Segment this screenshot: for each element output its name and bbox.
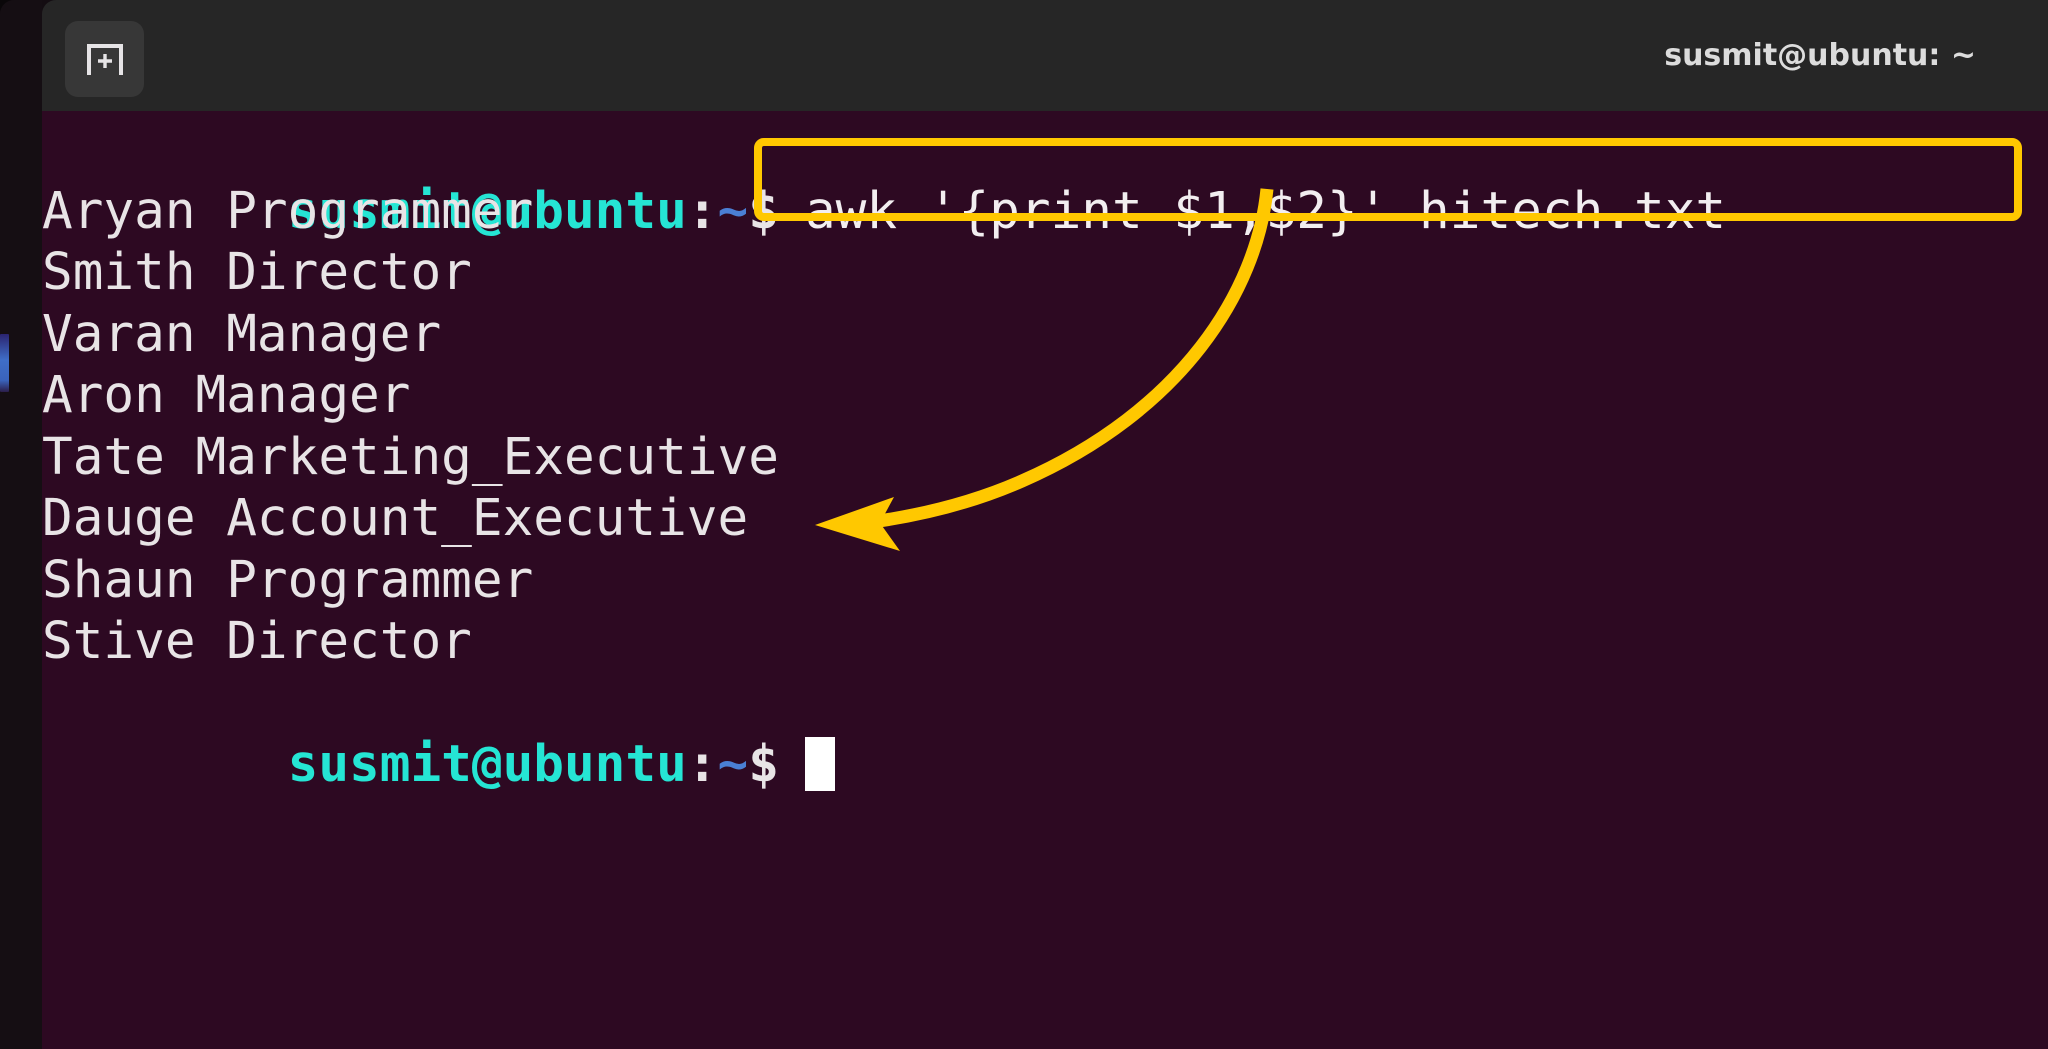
- output-row: Tate Marketing_Executive: [42, 427, 779, 487]
- terminal-window: susmit@ubuntu: ~ susmit@ubuntu:~$ awk '{p…: [0, 0, 2048, 1049]
- prompt-colon: :: [686, 735, 718, 794]
- new-tab-button[interactable]: [65, 21, 144, 97]
- terminal-command-line: susmit@ubuntu:~$ awk '{print $1,$2}' hite…: [42, 119, 2048, 241]
- screen: susmit@ubuntu: ~ susmit@ubuntu:~$ awk '{p…: [0, 0, 2048, 1049]
- tab-bar: susmit@ubuntu: ~: [42, 0, 2048, 111]
- terminal-body[interactable]: susmit@ubuntu:~$ awk '{print $1,$2}' hite…: [42, 111, 2048, 1049]
- scroll-position-indicator[interactable]: [0, 334, 9, 392]
- output-row: Shaun Programmer: [42, 550, 534, 610]
- output-row: Dauge Account_Executive: [42, 489, 749, 548]
- output-row: Aron Manager: [42, 366, 411, 425]
- prompt-path: ~: [717, 735, 749, 794]
- terminal-active-prompt-line[interactable]: susmit@ubuntu:~$: [42, 673, 2048, 794]
- new-tab-plus-icon: [86, 43, 124, 76]
- output-row: Aryan Programmer: [42, 181, 534, 241]
- window-left-gutter: [0, 0, 42, 1049]
- prompt-dollar: $: [748, 735, 779, 794]
- prompt-user-host: susmit@ubuntu: [287, 735, 687, 794]
- output-row: Varan Manager: [42, 304, 442, 364]
- output-row: Stive Director: [42, 612, 472, 671]
- output-row: Smith Director: [42, 243, 472, 302]
- text-cursor: [804, 737, 835, 791]
- window-title: susmit@ubuntu: ~: [1664, 38, 1976, 73]
